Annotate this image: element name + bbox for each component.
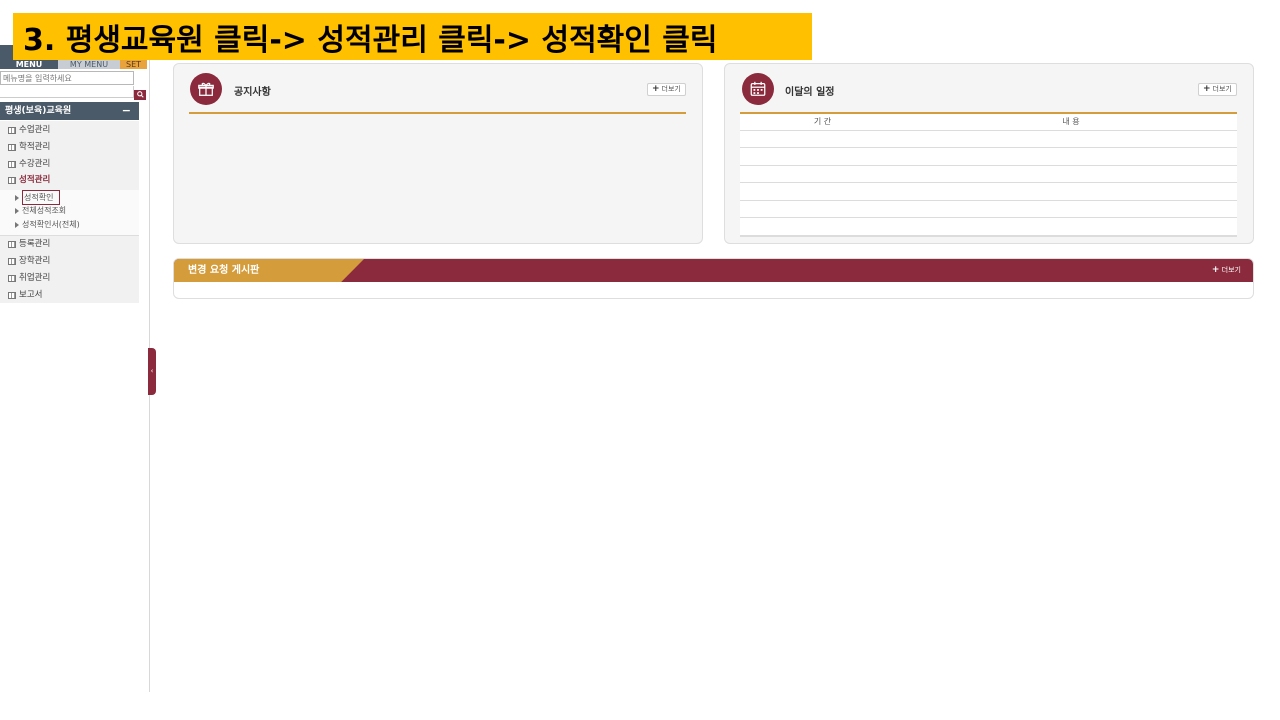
calendar-icon-graphic <box>750 81 766 96</box>
table-cell <box>740 200 905 218</box>
search-button[interactable] <box>134 90 146 100</box>
schedule-title: 이달의 일정 <box>785 87 835 98</box>
menu-list-icon <box>8 177 16 184</box>
more-label: 더보기 <box>1212 85 1232 93</box>
menu-list-icon <box>8 127 16 134</box>
calendar-icon <box>742 73 774 105</box>
schedule-more-button[interactable]: + 더보기 <box>1198 83 1237 96</box>
menu-list-icon <box>8 241 16 248</box>
gift-icon-graphic <box>198 82 214 96</box>
sidebar-item-academic[interactable]: 학적관리 <box>0 139 139 156</box>
table-cell <box>905 182 1237 201</box>
column-header-content: 내 용 <box>905 114 1237 131</box>
table-cell <box>740 165 905 183</box>
table-header-row: 기 간 내 용 <box>740 114 1237 131</box>
sidebar-item-label: 학적관리 <box>19 142 51 152</box>
submenu-item-all-grades[interactable]: 전체성적조회 <box>15 204 66 217</box>
sidebar-item-class[interactable]: 수업관리 <box>0 122 139 139</box>
submenu-item-label: 전체성적조회 <box>22 206 67 215</box>
plus-icon: + <box>652 84 660 94</box>
sidebar-item-label: 성적관리 <box>19 175 51 185</box>
table-cell <box>905 200 1237 218</box>
tab-my-menu[interactable]: MY MENU <box>58 60 120 69</box>
collapse-section-icon[interactable]: − <box>122 102 131 120</box>
menu-list-icon <box>8 144 16 151</box>
instruction-text: 3. 평생교육원 클릭-> 성적관리 클릭-> 성적확인 클릭 <box>23 22 718 58</box>
table-cell <box>740 147 905 166</box>
notice-title: 공지사항 <box>234 87 271 98</box>
change-request-board: 변경 요청 게시판 + 더보기 <box>173 258 1254 299</box>
table-cell <box>740 182 905 201</box>
table-cell <box>905 130 1237 148</box>
sidebar-item-employment[interactable]: 취업관리 <box>0 270 139 287</box>
menu-list-icon <box>8 258 16 265</box>
sidebar-item-label: 수업관리 <box>19 125 51 135</box>
sidebar-item-scholarship[interactable]: 장학관리 <box>0 253 139 270</box>
gift-icon <box>190 73 222 105</box>
notice-more-button[interactable]: + 더보기 <box>647 83 686 96</box>
table-row <box>740 200 1237 218</box>
plus-icon: + <box>1203 84 1211 94</box>
instruction-banner: 3. 평생교육원 클릭-> 성적관리 클릭-> 성적확인 클릭 <box>13 13 812 60</box>
schedule-divider <box>740 112 1237 114</box>
sidebar-collapse-handle[interactable]: ‹ <box>148 348 156 395</box>
menu-list-icon <box>8 275 16 282</box>
notice-divider <box>189 112 686 114</box>
sidebar-item-label: 보고서 <box>19 290 43 300</box>
sidebar-section-header[interactable]: 평생(보육)교육원 − <box>0 102 139 120</box>
caret-right-icon <box>15 207 19 214</box>
table-row <box>740 182 1237 201</box>
caret-right-icon <box>15 221 19 228</box>
column-header-period: 기 간 <box>740 114 905 131</box>
menu-search-input[interactable] <box>0 71 134 85</box>
board-title: 변경 요청 게시판 <box>188 265 260 276</box>
sidebar-section-title: 평생(보육)교육원 <box>5 106 72 116</box>
table-row <box>740 130 1237 148</box>
caret-right-icon <box>15 194 19 201</box>
tab-set[interactable]: SET <box>120 60 147 69</box>
table-cell <box>905 147 1237 166</box>
sidebar-item-label: 수강관리 <box>19 159 51 169</box>
more-label: 더보기 <box>661 85 681 93</box>
submenu-item-label: 성적확인서(전체) <box>22 220 80 229</box>
menu-list-icon <box>8 161 16 168</box>
more-label: 더보기 <box>1221 266 1241 274</box>
search-underline <box>0 86 134 98</box>
table-cell <box>905 217 1237 236</box>
sidebar-item-label: 등록관리 <box>19 239 51 249</box>
table-cell <box>905 165 1237 183</box>
submenu-item-label: 성적확인 <box>22 190 61 205</box>
schedule-table: 기 간 내 용 <box>740 114 1237 236</box>
sidebar-item-enrollment[interactable]: 수강관리 <box>0 156 139 173</box>
sidebar-item-grades[interactable]: 성적관리 <box>0 172 139 189</box>
submenu-item-grade-check[interactable]: 성적확인 <box>15 190 61 205</box>
plus-icon: + <box>1211 265 1220 275</box>
sidebar-item-label: 장학관리 <box>19 256 51 266</box>
sidebar-top-bar <box>0 45 14 60</box>
search-icon <box>136 91 144 98</box>
table-row <box>740 217 1237 236</box>
menu-list-icon <box>8 292 16 299</box>
table-cell <box>740 130 905 148</box>
sidebar-item-registration[interactable]: 등록관리 <box>0 236 139 253</box>
page: 3. 평생교육원 클릭-> 성적관리 클릭-> 성적확인 클릭 MENU MY … <box>0 0 1280 720</box>
table-cell <box>740 217 905 236</box>
menu-tabs: MENU MY MENU SET <box>0 60 147 69</box>
table-row <box>740 165 1237 183</box>
table-row <box>740 147 1237 166</box>
board-more-button[interactable]: + 더보기 <box>1212 259 1241 282</box>
sidebar-item-report[interactable]: 보고서 <box>0 287 139 304</box>
submenu-item-grade-certificate[interactable]: 성적확인서(전체) <box>15 218 80 231</box>
sidebar-item-label: 취업관리 <box>19 273 51 283</box>
tab-menu[interactable]: MENU <box>0 60 58 69</box>
